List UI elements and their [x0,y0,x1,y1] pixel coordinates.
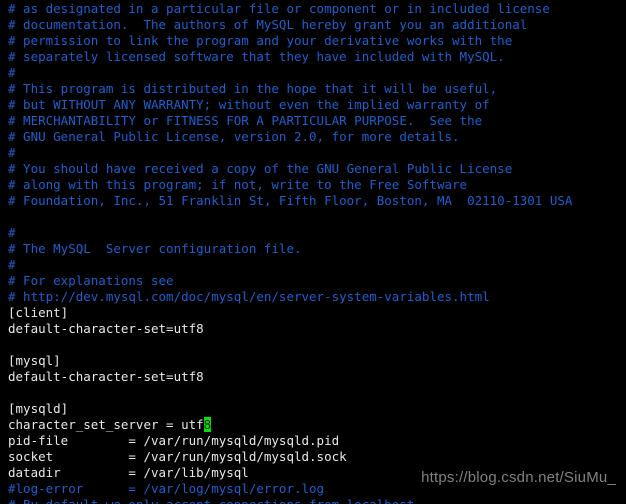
line-text: #log-error = /var/log/mysql/error.log [8,481,325,496]
text-cursor: 8 [203,417,212,432]
editor-line: # permission to link the program and you… [0,33,626,49]
editor-line: [client] [0,305,626,321]
editor-line: character_set_server = utf8 [0,417,626,433]
line-text: # permission to link the program and you… [8,33,513,48]
editor-line: datadir = /var/lib/mysql [0,465,626,481]
line-text: # This program is distributed in the hop… [8,81,498,96]
line-text: # For explanations see [8,273,174,288]
line-text: # You should have received a copy of the… [8,161,513,176]
line-text-before-cursor: character_set_server = utf [8,417,204,432]
editor-line: pid-file = /var/run/mysqld/mysqld.pid [0,433,626,449]
line-text: # as designated in a particular file or … [8,1,550,16]
editor-line: #log-error = /var/log/mysql/error.log [0,481,626,497]
line-text: # http://dev.mysql.com/doc/mysql/en/serv… [8,289,490,304]
line-text: # but WITHOUT ANY WARRANTY; without even… [8,97,490,112]
editor-line: socket = /var/run/mysqld/mysqld.sock [0,449,626,465]
editor-line: # [0,257,626,273]
editor-line: [mysqld] [0,401,626,417]
editor-line: # MERCHANTABILITY or FITNESS FOR A PARTI… [0,113,626,129]
line-text: # [8,145,16,160]
line-text: # The MySQL Server configuration file. [8,241,302,256]
editor-line: [mysql] [0,353,626,369]
line-text: # [8,65,16,80]
editor-line: default-character-set=utf8 [0,321,626,337]
editor-line: # Foundation, Inc., 51 Franklin St, Fift… [0,193,626,209]
editor-line: # GNU General Public License, version 2.… [0,129,626,145]
editor-line: # [0,145,626,161]
line-text: # GNU General Public License, version 2.… [8,129,460,144]
line-text: default-character-set=utf8 [8,321,204,336]
line-text: socket = /var/run/mysqld/mysqld.sock [8,449,347,464]
line-text: pid-file = /var/run/mysqld/mysqld.pid [8,433,340,448]
line-text: [mysql] [8,353,61,368]
line-text: # MERCHANTABILITY or FITNESS FOR A PARTI… [8,113,483,128]
line-text: # separately licensed software that they… [8,49,505,64]
editor-text-area[interactable]: # as designated in a particular file or … [0,0,626,504]
editor-line: # This program is distributed in the hop… [0,81,626,97]
line-text: # documentation. The authors of MySQL he… [8,17,528,32]
editor-line: # separately licensed software that they… [0,49,626,65]
line-text: # [8,225,16,240]
editor-line: # [0,65,626,81]
editor-line: # but WITHOUT ANY WARRANTY; without even… [0,97,626,113]
line-text: # Foundation, Inc., 51 Franklin St, Fift… [8,193,573,208]
editor-line: # You should have received a copy of the… [0,161,626,177]
editor-line: # The MySQL Server configuration file. [0,241,626,257]
line-text: [client] [8,305,69,320]
line-text: [mysqld] [8,401,69,416]
line-text: # By default we only accept connections … [8,497,414,504]
editor-line: # By default we only accept connections … [0,497,626,504]
line-text: # [8,257,16,272]
editor-line: # along with this program; if not, write… [0,177,626,193]
terminal-window[interactable]: # as designated in a particular file or … [0,0,626,504]
editor-line: # [0,225,626,241]
editor-line: # documentation. The authors of MySQL he… [0,17,626,33]
editor-line: # as designated in a particular file or … [0,1,626,17]
line-text: # along with this program; if not, write… [8,177,468,192]
line-text: default-character-set=utf8 [8,369,204,384]
editor-line: default-character-set=utf8 [0,369,626,385]
editor-line: # For explanations see [0,273,626,289]
line-text: datadir = /var/lib/mysql [8,465,249,480]
editor-line: # http://dev.mysql.com/doc/mysql/en/serv… [0,289,626,305]
